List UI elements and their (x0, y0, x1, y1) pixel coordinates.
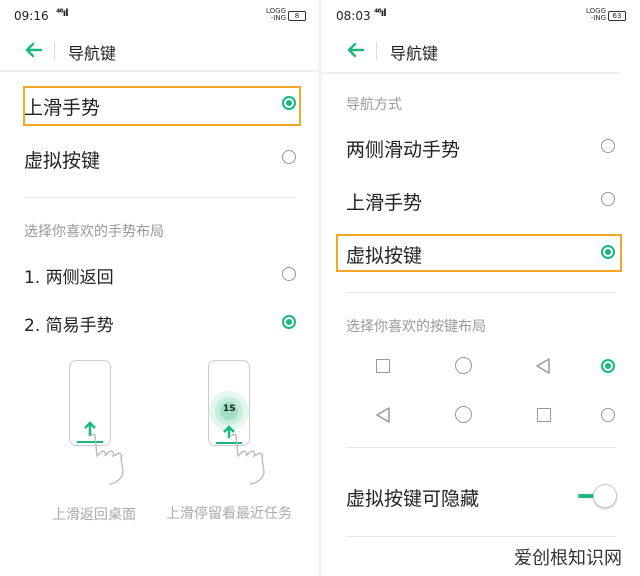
option-label: 2. 简易手势 (24, 316, 114, 336)
status-bar: 09:16 ⁴⁶ıl LOGG -ING 8 (0, 0, 318, 32)
circle-icon (455, 406, 472, 423)
title-bar: 导航键 (322, 32, 640, 70)
signal-icon: ⁴⁶ıl (56, 8, 69, 19)
left-screen: 09:16 ⁴⁶ıl LOGG -ING 8 导航键 上滑手势 虚拟按键 选择你… (0, 0, 318, 576)
key-layout-radio-selected[interactable] (601, 359, 615, 373)
option-swipe-up[interactable]: 上滑手势 (346, 188, 620, 215)
section-divider (346, 447, 616, 448)
square-icon (376, 359, 390, 373)
header-divider (0, 70, 318, 72)
option-virtual-keys[interactable]: 虚拟按键 (24, 146, 298, 173)
option-label: 上滑手势 (346, 192, 423, 214)
square-icon (537, 408, 551, 422)
right-screen: 08:03 ⁴⁶ıl LOGG -ING 63 导航键 导航方式 两侧滑动手势 … (322, 0, 640, 576)
toggle-switch[interactable] (574, 484, 618, 508)
radio-selected[interactable] (601, 245, 615, 259)
toggle-knob (593, 484, 617, 508)
section-divider (346, 536, 616, 537)
section-divider (346, 292, 616, 293)
radio-unselected[interactable] (601, 139, 615, 153)
battery-icon: 63 (608, 11, 626, 21)
circle-icon (455, 357, 472, 374)
signal-icon: ⁴⁶ıl (374, 8, 387, 19)
option-label: 1. 两侧返回 (24, 268, 114, 288)
hand-icon (90, 433, 124, 485)
option-swipe-up[interactable]: 上滑手势 (24, 93, 298, 120)
illustration-caption: 上滑停留看最近任务 (166, 506, 292, 522)
option-label: 上滑手势 (24, 97, 101, 119)
section-divider (24, 197, 296, 198)
section-title: 导航方式 (346, 97, 402, 113)
hold-badge: 1S (223, 404, 236, 414)
radio-unselected[interactable] (282, 150, 296, 164)
back-arrow-icon[interactable] (346, 40, 366, 60)
option-label: 虚拟按键 (24, 150, 101, 172)
network-label: LOGG -ING (266, 7, 287, 22)
hand-icon (231, 433, 265, 485)
gesture-option-simple[interactable]: 2. 简易手势 (24, 311, 298, 336)
triangle-back-icon (536, 358, 550, 374)
title-separator (54, 42, 55, 60)
page-title: 导航键 (390, 44, 439, 63)
triangle-back-icon (376, 407, 390, 423)
battery-icon: 8 (288, 11, 306, 21)
radio-unselected[interactable] (601, 192, 615, 206)
illustration-caption: 上滑返回桌面 (52, 507, 136, 523)
radio-selected[interactable] (282, 96, 296, 110)
back-arrow-icon[interactable] (24, 40, 44, 60)
header-divider (322, 72, 620, 74)
option-side-swipe[interactable]: 两侧滑动手势 (346, 135, 620, 162)
status-bar: 08:03 ⁴⁶ıl LOGG -ING 63 (322, 0, 640, 32)
setting-label: 虚拟按键可隐藏 (346, 488, 480, 510)
title-bar: 导航键 (0, 32, 318, 70)
gesture-option-side-back[interactable]: 1. 两侧返回 (24, 263, 298, 288)
radio-selected[interactable] (282, 315, 296, 329)
option-virtual-keys[interactable]: 虚拟按键 (346, 241, 620, 268)
section-title: 选择你喜欢的手势布局 (24, 224, 164, 240)
option-label: 两侧滑动手势 (346, 139, 461, 161)
title-separator (376, 42, 377, 60)
radio-unselected[interactable] (282, 267, 296, 281)
network-label: LOGG -ING (586, 7, 607, 22)
status-time: 08:03 (336, 9, 371, 23)
option-label: 虚拟按键 (346, 245, 423, 267)
section-title: 选择你喜欢的按键布局 (346, 319, 486, 335)
key-layout-radio-unselected[interactable] (601, 408, 615, 422)
status-time: 09:16 (14, 9, 49, 23)
watermark-text: 爱创根知识网 (514, 544, 622, 570)
page-title: 导航键 (68, 44, 117, 63)
